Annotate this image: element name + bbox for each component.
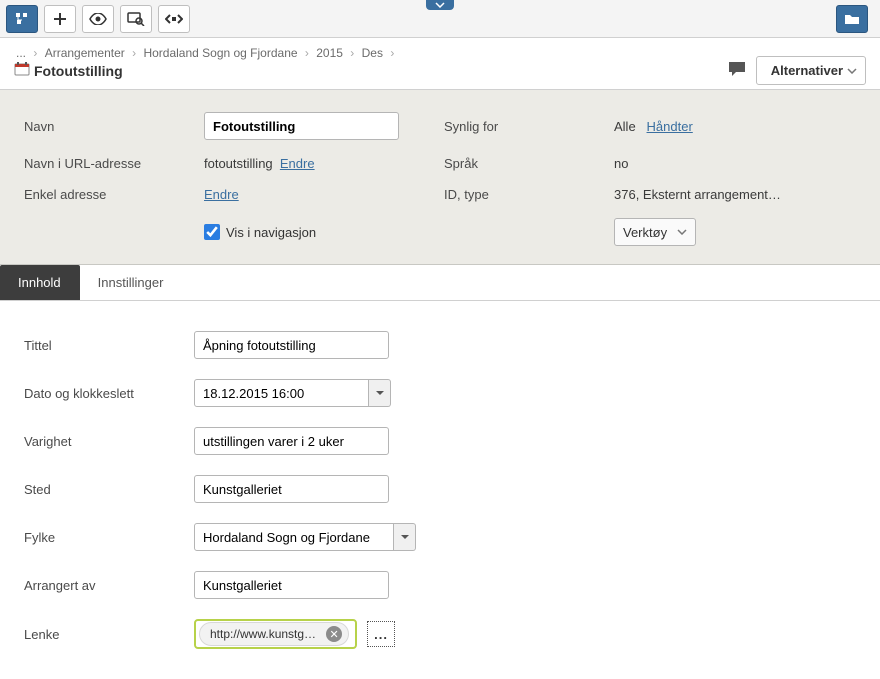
url-name-edit-link[interactable]: Endre	[280, 156, 315, 171]
calendar-icon	[14, 62, 30, 79]
county-input[interactable]	[194, 523, 394, 551]
tab-settings[interactable]: Innstillinger	[80, 265, 183, 300]
label-language: Språk	[444, 156, 604, 171]
label-simple-address: Enkel adresse	[24, 187, 194, 202]
simple-address-edit-link[interactable]: Endre	[204, 187, 239, 202]
tools-dropdown[interactable]: Verktøy	[614, 218, 696, 246]
remove-link-button[interactable]: ✕	[326, 626, 342, 642]
tree-button[interactable]	[6, 5, 38, 33]
tab-content[interactable]: Innhold	[0, 265, 80, 300]
label-arranged-by: Arrangert av	[24, 578, 194, 593]
breadcrumb-item[interactable]: Hordaland Sogn og Fjordane	[143, 46, 297, 60]
link-field[interactable]: http://www.kunstg… ✕	[194, 619, 357, 649]
tab-bar: Innhold Innstillinger	[0, 265, 880, 301]
title-input[interactable]	[194, 331, 389, 359]
chevron-down-icon	[677, 229, 687, 235]
duration-input[interactable]	[194, 427, 389, 455]
add-button[interactable]	[44, 5, 76, 33]
language-value: no	[614, 156, 856, 171]
label-place: Sted	[24, 482, 194, 497]
label-duration: Varighet	[24, 434, 194, 449]
chevron-down-icon	[847, 68, 857, 74]
top-toolbar	[0, 0, 880, 38]
label-visible-for: Synlig for	[444, 119, 604, 134]
place-input[interactable]	[194, 475, 389, 503]
visible-for-value: Alle	[614, 119, 636, 134]
label-title: Tittel	[24, 338, 194, 353]
arranged-by-input[interactable]	[194, 571, 389, 599]
datetime-input[interactable]	[194, 379, 369, 407]
url-name-value: fotoutstilling	[204, 156, 273, 171]
alternatives-button[interactable]: Alternativer	[756, 56, 866, 85]
label-name: Navn	[24, 119, 194, 134]
link-value: http://www.kunstg…	[210, 627, 316, 641]
label-county: Fylke	[24, 530, 194, 545]
breadcrumb-item[interactable]: 2015	[316, 46, 343, 60]
top-handle[interactable]	[426, 0, 454, 10]
link-pill: http://www.kunstg… ✕	[199, 622, 349, 646]
browse-link-button[interactable]: ...	[367, 621, 395, 647]
expand-button[interactable]	[158, 5, 190, 33]
comment-icon[interactable]	[728, 61, 746, 80]
breadcrumb-root[interactable]: ...	[16, 46, 26, 60]
page-header: ... › Arrangementer › Hordaland Sogn og …	[0, 38, 880, 90]
label-id-type: ID, type	[444, 187, 604, 202]
page-title: Fotoutstilling	[34, 63, 123, 79]
county-dropdown-button[interactable]	[394, 523, 416, 551]
datetime-picker-button[interactable]	[369, 379, 391, 407]
content-form: Tittel Dato og klokkeslett Varighet Sted…	[0, 301, 880, 679]
meta-panel: Navn Synlig for Alle Håndter Navn i URL-…	[0, 90, 880, 265]
name-input[interactable]	[204, 112, 399, 140]
breadcrumb-item[interactable]: Des	[362, 46, 383, 60]
search-button[interactable]	[120, 5, 152, 33]
label-datetime: Dato og klokkeslett	[24, 386, 194, 401]
handle-link[interactable]: Håndter	[647, 119, 693, 134]
label-link: Lenke	[24, 627, 194, 642]
breadcrumb-item[interactable]: Arrangementer	[45, 46, 125, 60]
breadcrumb: ... › Arrangementer › Hordaland Sogn og …	[14, 46, 728, 60]
show-in-nav-label: Vis i navigasjon	[226, 225, 316, 240]
label-url-name: Navn i URL-adresse	[24, 156, 194, 171]
preview-button[interactable]	[82, 5, 114, 33]
folder-button[interactable]	[836, 5, 868, 33]
id-type-value: 376, Eksternt arrangement…	[614, 187, 856, 202]
show-in-nav-checkbox[interactable]	[204, 224, 220, 240]
